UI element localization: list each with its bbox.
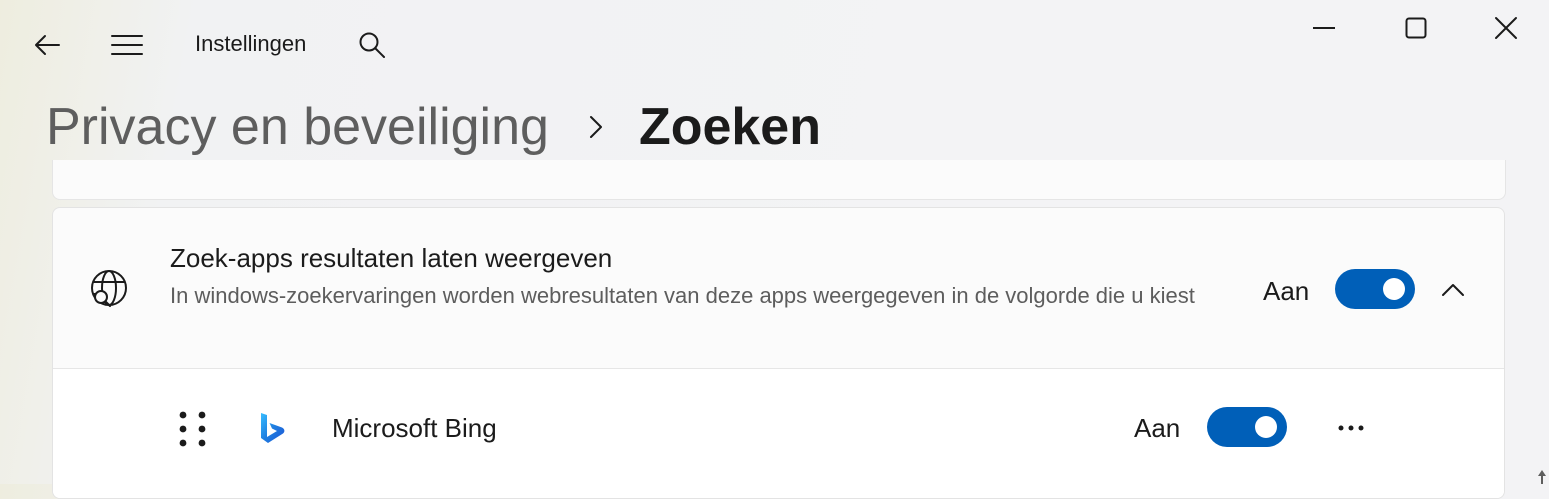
close-icon [1495, 17, 1517, 39]
app-name: Microsoft Bing [332, 413, 497, 443]
list-item-microsoft-bing: Microsoft Bing Aan [53, 369, 1504, 498]
menu-button[interactable] [104, 26, 150, 64]
globe-search-icon [91, 270, 127, 308]
hamburger-menu-icon [111, 35, 143, 55]
drag-handle-icon[interactable] [177, 409, 209, 449]
search-apps-card: Zoek-apps resultaten laten weergeven In … [52, 207, 1505, 499]
chevron-up-icon [1442, 284, 1464, 296]
bing-toggle[interactable] [1207, 407, 1287, 447]
search-apps-title: Zoek-apps resultaten laten weergeven [170, 243, 613, 273]
collapse-button[interactable] [1428, 270, 1478, 310]
bing-toggle-label: Aan [1134, 413, 1181, 443]
search-apps-description: In windows-zoekervaringen worden webresu… [170, 283, 1195, 308]
search-button[interactable] [350, 26, 394, 64]
bing-logo-icon [261, 413, 285, 443]
app-title: Instellingen [195, 31, 307, 56]
breadcrumb-parent-link[interactable]: Privacy en beveiliging [46, 97, 549, 157]
title-bar: Instellingen [0, 0, 1549, 90]
previous-settings-card [52, 160, 1506, 200]
back-button[interactable] [24, 26, 70, 64]
toggle-knob [1383, 278, 1405, 300]
breadcrumb: Privacy en beveiliging Zoeken [46, 92, 821, 162]
close-button[interactable] [1480, 6, 1532, 50]
more-options-button[interactable] [1331, 413, 1371, 443]
search-apps-toggle-label: Aan [1263, 276, 1310, 306]
search-icon [359, 32, 385, 58]
maximize-icon [1405, 17, 1427, 39]
more-options-icon [1338, 425, 1364, 431]
maximize-button[interactable] [1390, 6, 1442, 50]
chevron-right-icon [589, 115, 603, 139]
page-title: Zoeken [638, 98, 821, 156]
back-arrow-icon [35, 35, 60, 55]
minimize-button[interactable] [1298, 6, 1350, 50]
search-apps-card-header[interactable]: Zoek-apps resultaten laten weergeven In … [53, 208, 1504, 368]
scrollbar-arrow-icon[interactable] [1538, 470, 1546, 484]
toggle-knob [1255, 416, 1277, 438]
search-apps-toggle[interactable] [1335, 269, 1415, 309]
minimize-icon [1313, 27, 1335, 29]
